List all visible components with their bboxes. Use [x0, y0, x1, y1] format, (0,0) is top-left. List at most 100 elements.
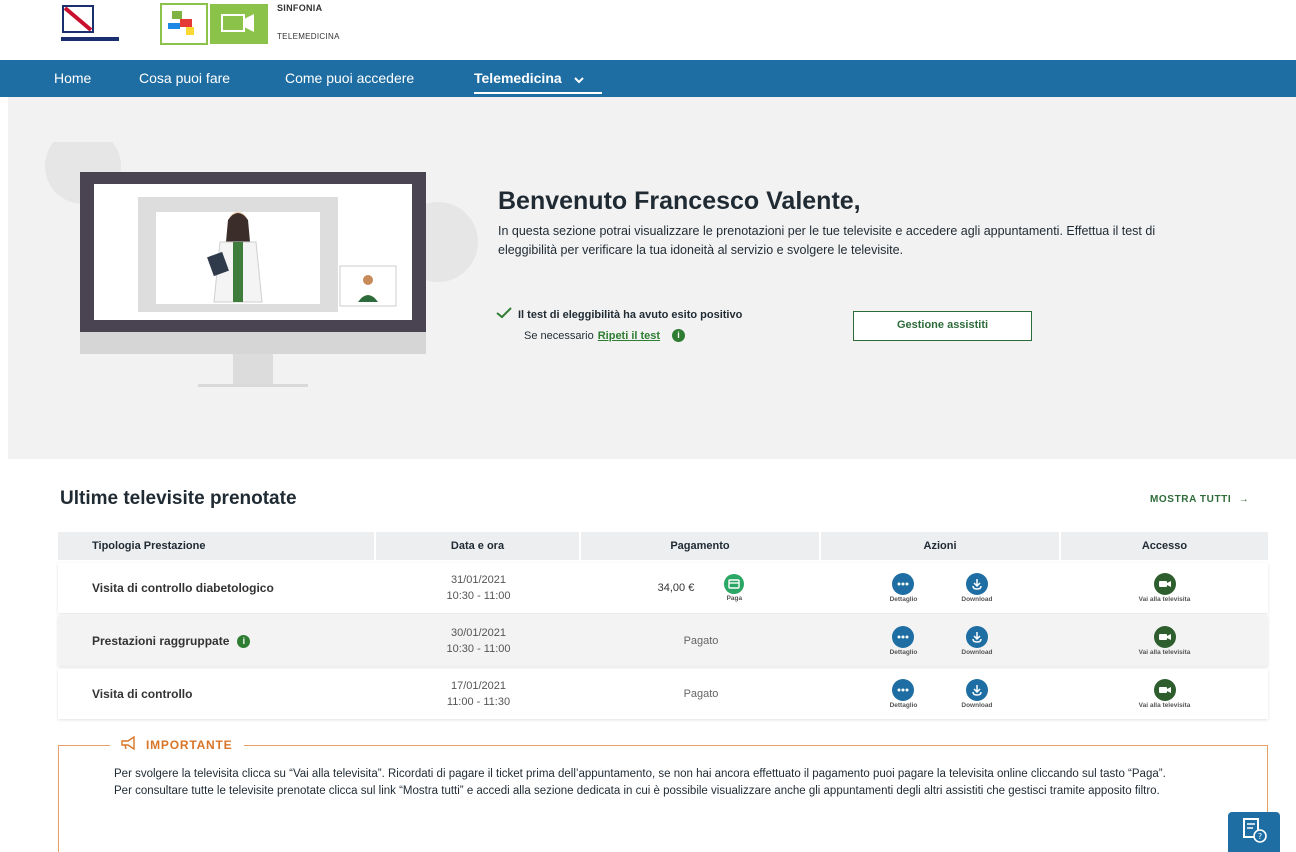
detail-label: Dettaglio	[889, 596, 918, 603]
download-icon	[965, 626, 988, 648]
top-header: SINFONIA TELEMEDICINA	[0, 0, 1296, 60]
doctor-illustration	[45, 142, 478, 387]
hero-section: Benvenuto Francesco Valente, In questa s…	[8, 97, 1296, 459]
video-icon	[1153, 626, 1176, 648]
visit-time: 10:30 - 11:00	[446, 643, 511, 655]
important-text: Per svolgere la televisita clicca su “Va…	[114, 766, 1234, 800]
table-row: Visita di controllo 17/01/2021 11:00 - 1…	[58, 669, 1268, 719]
visit-datetime: 31/01/2021 10:30 - 11:00	[376, 563, 581, 613]
region-logo[interactable]	[58, 3, 120, 47]
sinfonia-logo[interactable]	[160, 3, 270, 45]
visit-time: 11:00 - 11:30	[446, 696, 511, 708]
visit-datetime: 30/01/2021 10:30 - 11:00	[376, 616, 581, 666]
nav-telemedicina-label: Telemedicina	[474, 70, 562, 86]
payment-amount: 34,00 €	[657, 582, 695, 594]
access-label: Vai alla televisita	[1138, 702, 1191, 709]
download-label: Download	[961, 596, 993, 603]
megaphone-icon	[120, 735, 138, 753]
visit-payment: 34,00 € Paga	[581, 563, 821, 613]
visit-access: Vai alla televisita	[1061, 616, 1268, 666]
col-tipologia: Tipologia Prestazione	[58, 532, 376, 560]
brand-name: SINFONIA	[277, 3, 323, 13]
visit-type-label: Prestazioni raggruppate	[92, 634, 230, 648]
visit-type: Visita di controllo	[92, 687, 193, 701]
col-data-ora: Data e ora	[376, 532, 581, 560]
download-button[interactable]: Download	[961, 679, 992, 709]
important-title: IMPORTANTE	[146, 737, 233, 752]
pay-label: Paga	[726, 595, 743, 602]
col-pagamento: Pagamento	[581, 532, 821, 560]
col-accesso: Accesso	[1141, 540, 1188, 552]
visit-date: 30/01/2021	[450, 627, 507, 639]
visit-type: Visita di controllo diabetologico	[92, 581, 274, 595]
detail-button[interactable]: Dettaglio	[889, 679, 918, 709]
vai-alla-televisita-button[interactable]: Vai alla televisita	[1138, 626, 1191, 656]
download-label: Download	[961, 702, 993, 709]
nav-home[interactable]: Home	[54, 60, 91, 97]
eligibility-status: Il test di eleggibilità ha avuto esito p…	[496, 307, 742, 322]
check-icon	[496, 307, 512, 322]
download-button[interactable]: Download	[961, 626, 992, 656]
video-icon	[1153, 573, 1176, 595]
main-navbar: Home Cosa puoi fare Come puoi accedere T…	[0, 60, 1296, 97]
access-label: Vai alla televisita	[1138, 596, 1191, 603]
nav-come-puoi-accedere[interactable]: Come puoi accedere	[285, 60, 414, 97]
download-label: Download	[961, 649, 993, 656]
col-azioni: Azioni	[821, 532, 1061, 560]
download-icon	[965, 573, 988, 595]
visit-date: 17/01/2021	[450, 680, 507, 692]
visit-access: Vai alla televisita	[1061, 669, 1268, 719]
visit-time: 10:30 - 11:00	[446, 590, 511, 602]
visit-access: Vai alla televisita	[1061, 563, 1268, 613]
show-all-label: MOSTRA TUTTI	[1150, 494, 1232, 505]
brand-subtitle: TELEMEDICINA	[277, 32, 340, 41]
retest-row: Se necessario Ripeti il test i	[524, 329, 686, 342]
hero-title: Benvenuto Francesco Valente,	[498, 187, 861, 215]
detail-label: Dettaglio	[889, 702, 918, 709]
info-icon[interactable]: i	[237, 634, 251, 648]
table-row: Prestazioni raggruppate i 30/01/2021 10:…	[58, 616, 1268, 666]
access-label: Vai alla televisita	[1138, 649, 1191, 656]
arrow-right-icon: →	[1238, 494, 1250, 505]
hero-description: In questa sezione potrai visualizzare le…	[498, 224, 1156, 257]
nav-telemedicina[interactable]: Telemedicina	[474, 60, 602, 97]
visit-payment: Pagato	[683, 688, 719, 700]
eligibility-text: Il test di eleggibilità ha avuto esito p…	[518, 308, 743, 321]
visit-actions: Dettaglio Download	[821, 563, 1061, 613]
visit-type: Prestazioni raggruppate i	[58, 616, 376, 666]
vai-alla-televisita-button[interactable]: Vai alla televisita	[1138, 679, 1191, 709]
help-button[interactable]: ?	[1228, 812, 1280, 852]
show-all-link[interactable]: MOSTRA TUTTI →	[1150, 494, 1249, 505]
pay-button[interactable]: Paga	[724, 574, 745, 602]
visit-actions: Dettaglio Download	[821, 669, 1061, 719]
help-doc-icon: ?	[1241, 817, 1267, 848]
important-text-1: Per svolgere la televisita clicca su “Va…	[114, 768, 1166, 780]
visit-payment: Pagato	[683, 635, 719, 647]
detail-icon	[892, 626, 915, 648]
detail-button[interactable]: Dettaglio	[889, 573, 918, 603]
video-icon	[1153, 679, 1176, 701]
pay-icon	[724, 574, 745, 594]
svg-text:?: ?	[1258, 832, 1262, 841]
detail-icon	[892, 679, 915, 701]
chevron-down-icon	[573, 61, 584, 98]
visit-datetime: 17/01/2021 11:00 - 11:30	[376, 669, 581, 719]
visits-section-title: Ultime televisite prenotate	[60, 488, 297, 509]
retest-link[interactable]: Ripeti il test	[598, 330, 660, 342]
detail-label: Dettaglio	[889, 649, 918, 656]
important-header: IMPORTANTE	[110, 735, 245, 753]
visit-actions: Dettaglio Download	[821, 616, 1061, 666]
info-icon[interactable]: i	[672, 329, 686, 342]
table-row: Visita di controllo diabetologico 31/01/…	[58, 563, 1268, 613]
detail-icon	[892, 573, 915, 595]
retest-prefix: Se necessario	[524, 329, 594, 342]
nav-cosa-puoi-fare[interactable]: Cosa puoi fare	[139, 60, 230, 97]
visits-table-header: Tipologia Prestazione Data e ora Pagamen…	[58, 532, 1268, 560]
download-button[interactable]: Download	[961, 573, 992, 603]
vai-alla-televisita-button[interactable]: Vai alla televisita	[1138, 573, 1191, 603]
visit-date: 31/01/2021	[450, 574, 507, 586]
important-text-2: Per consultare tutte le televisite preno…	[114, 785, 1160, 797]
detail-button[interactable]: Dettaglio	[889, 626, 918, 656]
download-icon	[965, 679, 988, 701]
gestione-assistiti-button[interactable]: Gestione assistiti	[853, 311, 1032, 341]
